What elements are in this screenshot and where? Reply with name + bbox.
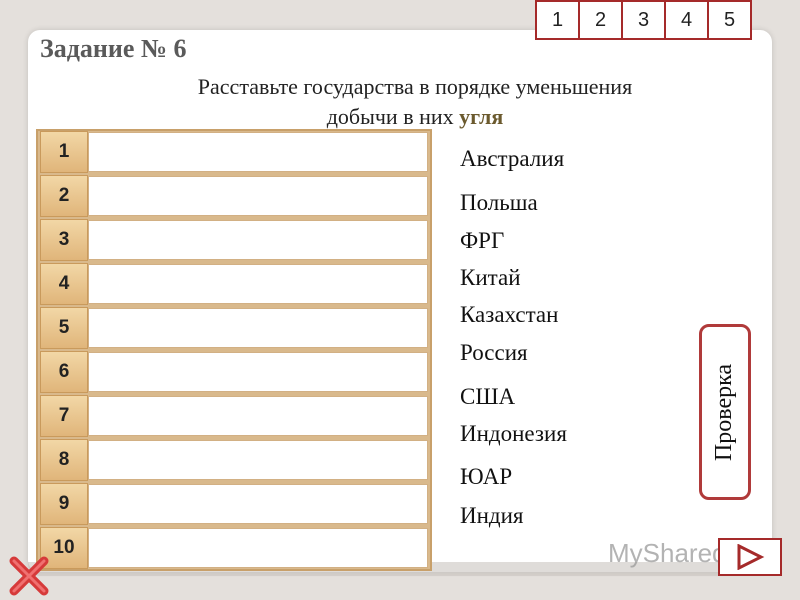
- instruction-line-2: добычи в них угля: [140, 102, 690, 132]
- slot-number: 7: [40, 395, 88, 437]
- slot-row: 9: [40, 483, 428, 525]
- next-button[interactable]: [718, 538, 782, 576]
- slot-row: 10: [40, 527, 428, 569]
- instruction-highlight: угля: [459, 104, 504, 129]
- instruction-line-1: Расставьте государства в порядке уменьше…: [197, 74, 633, 99]
- slot-number: 3: [40, 219, 88, 261]
- drop-slot[interactable]: [88, 352, 428, 392]
- slot-row: 5: [40, 307, 428, 349]
- drop-slot[interactable]: [88, 396, 428, 436]
- drop-slot[interactable]: [88, 132, 428, 172]
- page-button-3[interactable]: 3: [621, 0, 666, 40]
- instruction-line-2-text: добычи в них: [326, 104, 454, 129]
- slot-number: 4: [40, 263, 88, 305]
- page-button-4[interactable]: 4: [664, 0, 709, 40]
- drop-slot[interactable]: [88, 308, 428, 348]
- slot-number: 1: [40, 131, 88, 173]
- slot-row: 3: [40, 219, 428, 261]
- page-button-1[interactable]: 1: [535, 0, 580, 40]
- country-item-china[interactable]: Китай: [460, 265, 521, 291]
- slot-number: 5: [40, 307, 88, 349]
- slot-row: 2: [40, 175, 428, 217]
- page-button-2[interactable]: 2: [578, 0, 623, 40]
- slot-row: 8: [40, 439, 428, 481]
- country-item-south-africa[interactable]: ЮАР: [460, 464, 512, 490]
- answer-slots: 1 2 3 4 5 6 7 8 9 10: [36, 129, 432, 571]
- slot-number: 8: [40, 439, 88, 481]
- watermark-text: MyShared: [608, 538, 727, 568]
- page-navigation: 1 2 3 4 5: [535, 0, 752, 40]
- drop-slot[interactable]: [88, 264, 428, 304]
- country-item-poland[interactable]: Польша: [460, 190, 538, 216]
- drop-slot[interactable]: [88, 176, 428, 216]
- check-button-label: Проверка: [711, 363, 738, 461]
- country-item-australia[interactable]: Австралия: [460, 146, 564, 172]
- task-instruction: Расставьте государства в порядке уменьше…: [140, 72, 690, 132]
- country-item-india[interactable]: Индия: [460, 503, 524, 529]
- drop-slot[interactable]: [88, 528, 428, 568]
- country-item-indonesia[interactable]: Индонезия: [460, 421, 567, 447]
- check-button[interactable]: Проверка: [699, 324, 751, 500]
- country-item-kazakhstan[interactable]: Казахстан: [460, 302, 558, 328]
- play-arrow-icon: [737, 544, 765, 570]
- watermark: MyShared: [608, 538, 727, 569]
- drop-slot[interactable]: [88, 440, 428, 480]
- country-item-germany[interactable]: ФРГ: [460, 228, 504, 254]
- close-icon[interactable]: [6, 553, 52, 599]
- page-title: Задание № 6: [40, 34, 187, 63]
- slot-row: 7: [40, 395, 428, 437]
- slot-number: 2: [40, 175, 88, 217]
- slot-row: 1: [40, 131, 428, 173]
- page-button-5[interactable]: 5: [707, 0, 752, 40]
- slot-row: 6: [40, 351, 428, 393]
- drop-slot[interactable]: [88, 484, 428, 524]
- country-item-russia[interactable]: Россия: [460, 340, 528, 366]
- slot-row: 4: [40, 263, 428, 305]
- country-item-usa[interactable]: США: [460, 384, 515, 410]
- slot-number: 6: [40, 351, 88, 393]
- drop-slot[interactable]: [88, 220, 428, 260]
- slot-number: 9: [40, 483, 88, 525]
